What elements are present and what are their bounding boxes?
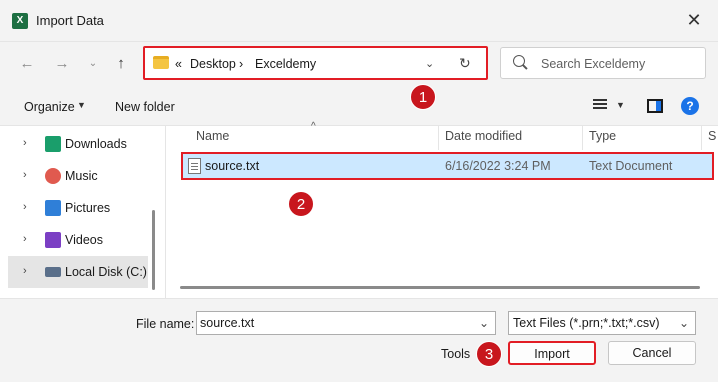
- file-list-scrollbar[interactable]: [180, 286, 700, 289]
- new-folder-button[interactable]: New folder: [115, 100, 175, 114]
- forward-arrow-icon[interactable]: →: [52, 54, 72, 74]
- cancel-button[interactable]: Cancel: [608, 341, 696, 365]
- file-name-label: File name:: [136, 317, 195, 331]
- address-bar[interactable]: « Desktop › Exceldemy ⌄ ↻: [143, 46, 488, 80]
- step-badge-2: 2: [288, 191, 314, 217]
- sidebar-item-videos[interactable]: › Videos: [8, 224, 148, 256]
- file-date-cell: 6/16/2022 3:24 PM: [445, 159, 551, 173]
- view-caret-icon[interactable]: ▼: [616, 100, 625, 110]
- text-file-icon: [188, 158, 201, 174]
- music-icon: [45, 168, 61, 184]
- title-bar: X Import Data ✕: [0, 0, 718, 42]
- sidebar-item-local-disk[interactable]: › Local Disk (C:): [8, 256, 148, 288]
- up-arrow-icon[interactable]: ↑: [111, 54, 131, 74]
- column-divider[interactable]: [701, 126, 702, 150]
- sidebar-item-downloads[interactable]: › Downloads: [8, 128, 148, 160]
- file-name-field[interactable]: source.txt ⌄: [196, 311, 496, 335]
- column-divider[interactable]: [438, 126, 439, 150]
- download-icon: [45, 136, 61, 152]
- sidebar-item-music[interactable]: › Music: [8, 160, 148, 192]
- expand-chevron-icon[interactable]: ›: [23, 265, 27, 277]
- file-type-cell: Text Document: [589, 159, 673, 173]
- sidebar-item-label: Videos: [65, 233, 103, 247]
- sidebar-item-label: Music: [65, 169, 98, 183]
- close-icon[interactable]: ✕: [682, 9, 706, 33]
- chevron-down-icon[interactable]: ⌄: [479, 316, 489, 330]
- organize-button[interactable]: Organize: [24, 100, 75, 114]
- step-badge-3: 3: [476, 341, 502, 367]
- expand-chevron-icon[interactable]: ›: [23, 201, 27, 213]
- column-header-date[interactable]: Date modified: [445, 129, 522, 143]
- address-overflow[interactable]: «: [175, 57, 182, 71]
- breadcrumb-desktop[interactable]: Desktop: [190, 57, 236, 71]
- videos-icon: [45, 232, 61, 248]
- breadcrumb-separator-icon: ›: [239, 57, 244, 71]
- sort-ascending-icon: ^: [311, 121, 316, 132]
- address-dropdown-icon[interactable]: ⌄: [425, 57, 434, 70]
- import-button[interactable]: Import: [508, 341, 596, 365]
- organize-caret-icon: ▼: [77, 100, 86, 110]
- file-name-cell: source.txt: [205, 159, 260, 173]
- tools-menu[interactable]: Tools: [441, 347, 470, 361]
- sidebar-item-label: Downloads: [65, 137, 127, 151]
- column-header-size[interactable]: S: [708, 129, 716, 143]
- expand-chevron-icon[interactable]: ›: [23, 169, 27, 181]
- sidebar-item-pictures[interactable]: › Pictures: [8, 192, 148, 224]
- sidebar-item-label: Local Disk (C:): [65, 265, 147, 279]
- table-row[interactable]: source.txt 6/16/2022 3:24 PM Text Docume…: [181, 152, 714, 180]
- address-row: ← → ⌄ ↑ « Desktop › Exceldemy ⌄ ↻ Search…: [0, 42, 718, 86]
- command-bar: Organize ▼ New folder ▼ ?: [0, 86, 718, 126]
- file-type-value: Text Files (*.prn;*.txt;*.csv): [513, 316, 660, 330]
- step-badge-1: 1: [410, 84, 436, 110]
- file-type-select[interactable]: Text Files (*.prn;*.txt;*.csv) ⌄: [508, 311, 696, 335]
- file-name-value: source.txt: [200, 316, 255, 330]
- search-icon: [513, 55, 525, 67]
- file-list: Name ^ Date modified Type S source.txt 6…: [165, 121, 718, 298]
- folder-icon: [153, 56, 169, 69]
- sidebar-item-label: Pictures: [65, 201, 111, 215]
- chevron-down-icon[interactable]: ⌄: [679, 316, 689, 330]
- help-icon[interactable]: ?: [681, 97, 699, 115]
- pictures-icon: [45, 200, 61, 216]
- window-title: Import Data: [36, 13, 104, 28]
- refresh-icon[interactable]: ↻: [459, 55, 471, 72]
- excel-icon: X: [12, 13, 28, 29]
- breadcrumb-exceldemy[interactable]: Exceldemy: [255, 57, 316, 71]
- column-divider[interactable]: [582, 126, 583, 150]
- search-box[interactable]: Search Exceldemy: [500, 47, 706, 79]
- dialog-footer: File name: source.txt ⌄ Text Files (*.pr…: [0, 298, 718, 382]
- expand-chevron-icon[interactable]: ›: [23, 137, 27, 149]
- back-arrow-icon[interactable]: ←: [17, 54, 37, 74]
- preview-pane-icon[interactable]: [647, 99, 663, 113]
- navigation-pane: › Downloads › Music › Pictures › Videos …: [0, 126, 164, 298]
- expand-chevron-icon[interactable]: ›: [23, 233, 27, 245]
- column-header-name[interactable]: Name: [196, 129, 229, 143]
- sidebar-scrollbar[interactable]: [152, 210, 155, 290]
- view-list-icon[interactable]: [593, 99, 607, 111]
- column-header-type[interactable]: Type: [589, 129, 616, 143]
- drive-icon: [45, 267, 61, 277]
- recent-chevron-icon[interactable]: ⌄: [83, 54, 103, 74]
- search-placeholder: Search Exceldemy: [541, 57, 646, 71]
